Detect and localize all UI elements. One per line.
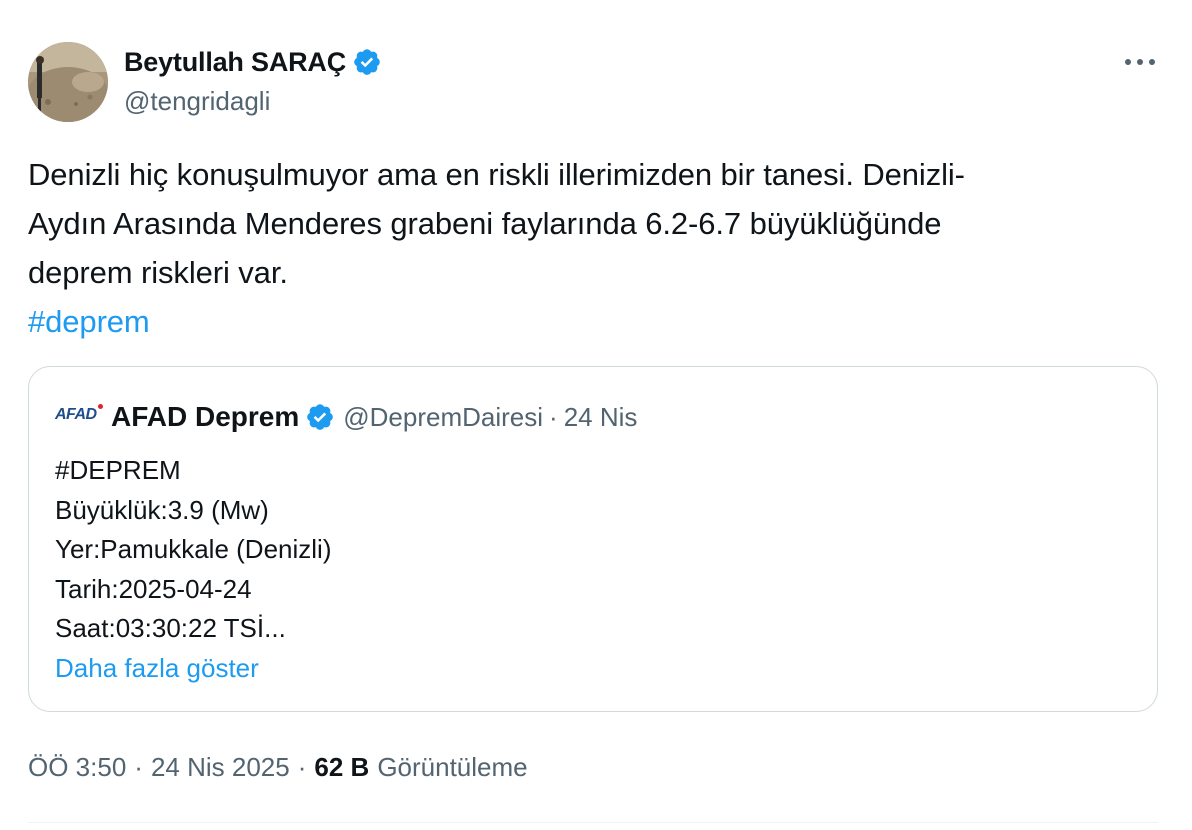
tweet-text: Denizli hiç konuşulmuyor ama en riskli i… [28,150,1148,346]
more-horizontal-icon [1125,59,1155,65]
verified-badge-icon[interactable] [305,402,335,432]
quoted-author-name[interactable]: AFAD Deprem [111,401,299,433]
divider [28,822,1158,823]
quoted-tweet-card[interactable]: AFAD AFAD Deprem @DepremDairesi · 24 Nis… [28,366,1158,712]
quoted-text-line: Tarih:2025-04-24 [55,573,252,604]
hashtag-link[interactable]: #deprem [28,304,150,339]
quoted-text-line: Saat:03:30:22 TSİ... [55,613,286,643]
more-options-button[interactable] [1120,48,1160,76]
avatar-image [28,42,108,122]
views-count[interactable]: 62 B [314,752,369,783]
quoted-tweet-header: AFAD AFAD Deprem @DepremDairesi · 24 Nis [55,397,637,437]
author-block: Beytullah SARAÇ @tengridagli [124,44,382,117]
author-name[interactable]: Beytullah SARAÇ [124,47,346,78]
quoted-text-line: Yer:Pamukkale (Denizli) [55,534,332,564]
views-label: Görüntüleme [377,752,528,782]
afad-logo[interactable]: AFAD [55,404,103,428]
quoted-author-handle[interactable]: @DepremDairesi [343,402,543,433]
afad-logo-text: AFAD [55,406,97,423]
quoted-tweet-text: #DEPREM Büyüklük:3.9 (Mw) Yer:Pamukkale … [55,451,331,688]
tweet-time[interactable]: ÖÖ 3:50 [28,752,126,783]
quoted-text-line: Büyüklük:3.9 (Mw) [55,494,269,525]
separator-dot: · [549,401,558,432]
tweet-text-line: Denizli hiç konuşulmuyor ama en riskli i… [28,157,965,192]
tweet-metadata: ÖÖ 3:50 · 24 Nis 2025 · 62 B Görüntüleme [28,752,528,783]
tweet-text-line: Aydın Arasında Menderes grabeni fayların… [28,206,942,241]
separator-dot: · [134,752,143,782]
author-avatar[interactable] [28,42,108,122]
show-more-link[interactable]: Daha fazla göster [55,649,331,689]
quoted-text-line: #DEPREM [55,455,181,485]
verified-badge-icon[interactable] [352,47,382,77]
logo-dot [98,404,103,409]
quoted-tweet-date[interactable]: 24 Nis [564,402,638,433]
separator-dot: · [297,752,307,782]
tweet-text-line: deprem riskleri var. [28,255,288,290]
author-handle[interactable]: @tengridagli [124,86,382,117]
tweet-date[interactable]: 24 Nis 2025 [151,752,290,783]
